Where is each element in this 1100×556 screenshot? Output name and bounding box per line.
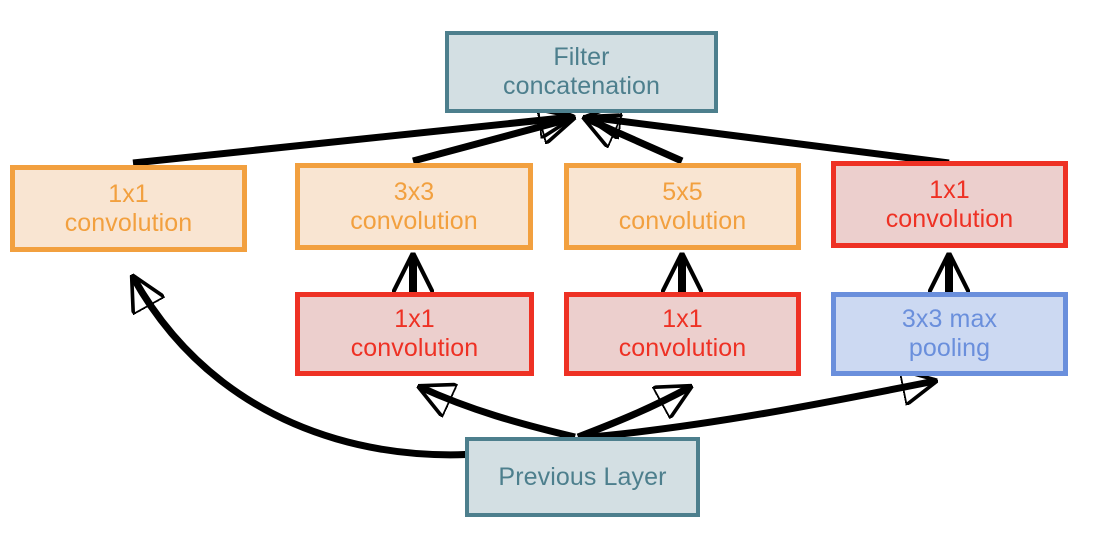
node-previous-layer[interactable]: Previous Layer: [465, 437, 700, 517]
edge-conv1x1-right-top-to-filter-concatenation: [588, 117, 950, 167]
node-conv1x1-right-top[interactable]: 1x1 convolution: [831, 161, 1068, 248]
node-filter-concatenation[interactable]: Filter concatenation: [445, 31, 718, 113]
node-conv1x1-reduce-b[interactable]: 1x1 convolution: [564, 292, 801, 376]
node-maxpool3x3[interactable]: 3x3 max pooling: [831, 292, 1068, 376]
node-conv3x3[interactable]: 3x3 convolution: [295, 163, 533, 250]
edge-previous-layer-to-conv1x1-reduce-a: [420, 387, 576, 441]
edge-previous-layer-to-conv1x1-reduce-b: [576, 387, 690, 441]
edge-conv1x1-left-to-filter-concatenation: [132, 117, 572, 167]
node-conv5x5[interactable]: 5x5 convolution: [564, 163, 801, 250]
edge-conv5x5-to-filter-concatenation: [585, 118, 684, 165]
node-conv1x1-reduce-a[interactable]: 1x1 convolution: [295, 292, 534, 376]
edge-previous-layer-to-maxpool3x3: [578, 381, 935, 442]
edge-conv3x3-to-filter-concatenation: [412, 118, 573, 165]
node-conv1x1-left[interactable]: 1x1 convolution: [10, 165, 247, 252]
inception-module-diagram: Filter concatenation 1x1 convolution 3x3…: [0, 0, 1100, 556]
